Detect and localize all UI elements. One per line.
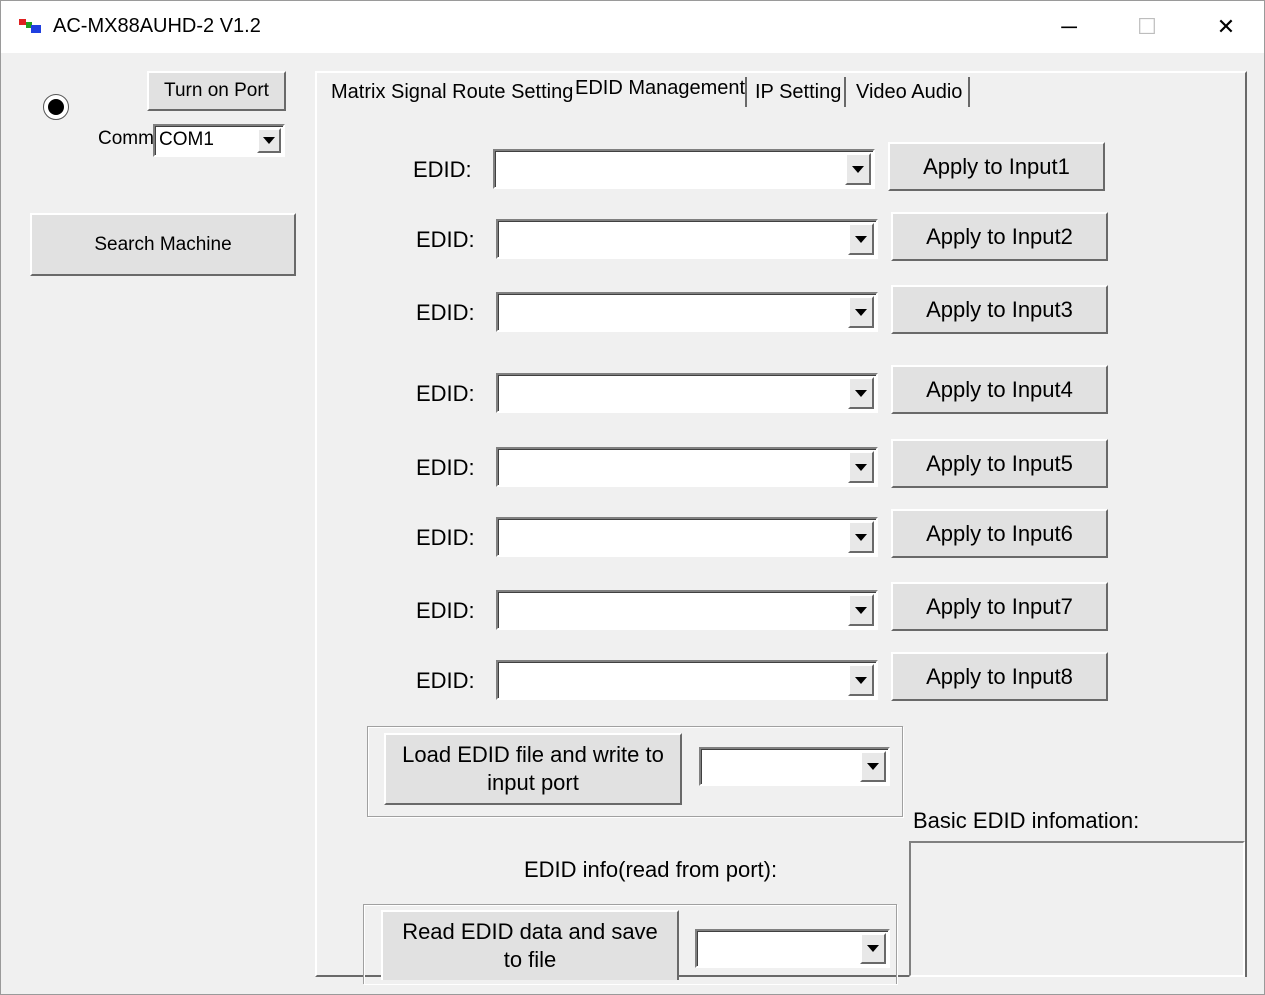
- comm-port-value: COM1: [159, 129, 214, 150]
- apply-to-input-5-button[interactable]: Apply to Input5: [891, 439, 1108, 488]
- search-machine-button[interactable]: Search Machine: [30, 213, 296, 276]
- status-indicator-icon: [43, 94, 69, 120]
- edid-label: EDID:: [416, 381, 475, 406]
- chevron-down-icon[interactable]: [848, 223, 874, 255]
- window-title: AC-MX88AUHD-2 V1.2: [53, 15, 261, 37]
- maximize-icon[interactable]: ☐: [1117, 7, 1177, 47]
- read-edid-button[interactable]: Read EDID data and save to file: [381, 910, 679, 980]
- chevron-down-icon[interactable]: [848, 664, 874, 696]
- app-icon: [19, 19, 43, 35]
- edid-label: EDID:: [416, 598, 475, 623]
- chevron-down-icon[interactable]: [860, 933, 886, 964]
- chevron-down-icon[interactable]: [848, 377, 874, 409]
- edid-info-read-label: EDID info(read from port):: [524, 857, 778, 882]
- apply-to-input-2-button[interactable]: Apply to Input2: [891, 212, 1108, 261]
- edid-select[interactable]: [496, 373, 878, 413]
- edid-label: EDID:: [416, 525, 475, 550]
- edid-select[interactable]: [496, 517, 878, 557]
- edid-label: EDID:: [416, 227, 475, 252]
- basic-edid-info-box: [909, 841, 1245, 977]
- edid-select[interactable]: [496, 219, 878, 259]
- minimize-icon[interactable]: ─: [1039, 7, 1099, 47]
- edid-select[interactable]: [496, 292, 878, 332]
- load-edid-button[interactable]: Load EDID file and write to input port: [384, 733, 682, 805]
- apply-to-input-6-button[interactable]: Apply to Input6: [891, 509, 1108, 558]
- edid-label: EDID:: [413, 157, 472, 182]
- apply-to-input-4-button[interactable]: Apply to Input4: [891, 365, 1108, 414]
- apply-to-input-8-button[interactable]: Apply to Input8: [891, 652, 1108, 701]
- chevron-down-icon[interactable]: [257, 128, 281, 153]
- chevron-down-icon[interactable]: [845, 153, 871, 185]
- apply-to-input-3-button[interactable]: Apply to Input3: [891, 285, 1108, 334]
- read-edid-label-line2: to file: [503, 947, 557, 972]
- chevron-down-icon[interactable]: [860, 751, 886, 782]
- edid-label: EDID:: [416, 455, 475, 480]
- comm-port-select[interactable]: COM1: [153, 124, 285, 157]
- edid-label: EDID:: [416, 668, 475, 693]
- load-edid-label-line1: Load EDID file and write to: [402, 742, 664, 767]
- read-edid-port-select[interactable]: [695, 929, 890, 968]
- edid-select[interactable]: [496, 660, 878, 700]
- basic-edid-info-label: Basic EDID infomation:: [913, 808, 1140, 833]
- chevron-down-icon[interactable]: [848, 521, 874, 553]
- turn-on-port-button[interactable]: Turn on Port: [147, 71, 286, 111]
- load-edid-port-select[interactable]: [699, 747, 890, 786]
- read-edid-label-line1: Read EDID data and save: [402, 919, 658, 944]
- load-edid-label-line2: input port: [487, 770, 579, 795]
- chevron-down-icon[interactable]: [848, 594, 874, 626]
- edid-select[interactable]: [493, 149, 875, 189]
- edid-select[interactable]: [496, 447, 878, 487]
- edid-label: EDID:: [416, 300, 475, 325]
- chevron-down-icon[interactable]: [848, 451, 874, 483]
- apply-to-input-1-button[interactable]: Apply to Input1: [888, 142, 1105, 191]
- apply-to-input-7-button[interactable]: Apply to Input7: [891, 582, 1108, 631]
- edid-select[interactable]: [496, 590, 878, 630]
- close-icon[interactable]: ✕: [1196, 7, 1256, 47]
- app-window: AC-MX88AUHD-2 V1.2 ─ ☐ ✕ Turn on Port Co…: [0, 0, 1265, 995]
- title-bar[interactable]: AC-MX88AUHD-2 V1.2 ─ ☐ ✕: [1, 1, 1264, 53]
- chevron-down-icon[interactable]: [848, 296, 874, 328]
- comm-label: Comm:: [98, 128, 160, 149]
